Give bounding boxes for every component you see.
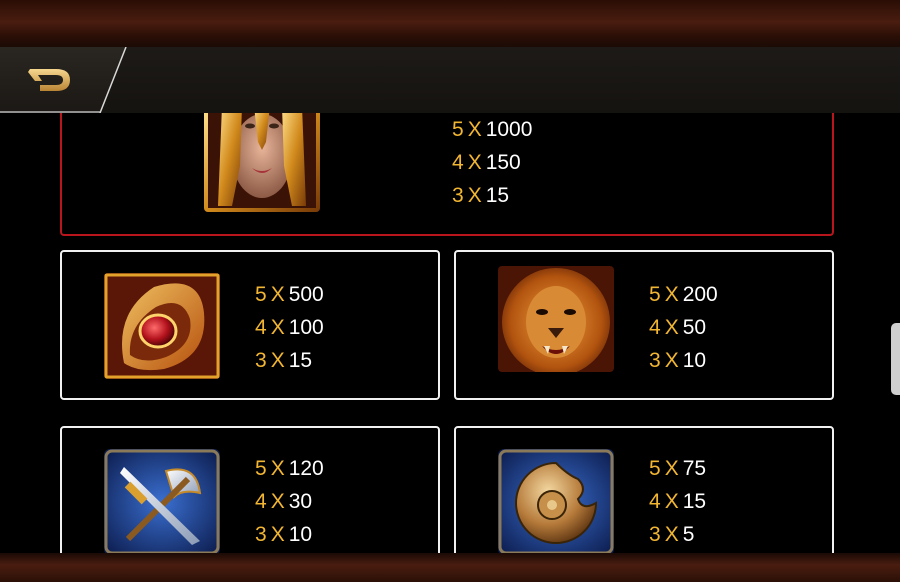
paytable-card-amulet: 5 X 500 4 X 100 3 X 15	[60, 250, 440, 400]
paytable-card-lion: 5 X 200 4 X 50 3 X 10	[454, 250, 834, 400]
lion-icon	[498, 266, 614, 372]
payout-row: 4 X 30	[255, 490, 313, 513]
payout-list: 5 X 200 4 X 50 3 X 10	[649, 278, 718, 377]
header-bar	[0, 47, 900, 113]
warrior-woman-icon	[204, 106, 320, 212]
shield-icon	[498, 449, 614, 555]
payout-row: 3 X 15	[255, 349, 313, 372]
payout-row: 5 X 1000	[452, 118, 533, 141]
top-frame	[0, 0, 900, 48]
payout-row: 3X5	[649, 523, 695, 546]
payout-row: 4 X 100	[255, 316, 324, 339]
payout-row: 3 X 10	[255, 523, 313, 546]
payout-row: 3 X 15	[452, 184, 510, 207]
payout-list: 5 X 120 4 X 30 3 X 10	[255, 452, 324, 551]
payout-list: 5 X 1000 4 X 150 3 X 15	[452, 113, 532, 212]
payout-list: 5 X 500 4 X 100 3 X 15	[255, 278, 324, 377]
payout-row: 4 X 15	[649, 490, 707, 513]
scrollbar-thumb[interactable]	[891, 323, 900, 395]
payout-list: 5 X 75 4 X 15 3X5	[649, 452, 706, 551]
payout-row: 4 X 50	[649, 316, 707, 339]
back-arrow-icon	[28, 69, 70, 91]
payout-row: 4 X 150	[452, 151, 521, 174]
bottom-frame	[0, 553, 900, 582]
payout-row: 3 X 10	[649, 349, 707, 372]
payout-row: 5 X 120	[255, 457, 324, 480]
sword-axe-icon	[104, 449, 220, 555]
ruby-amulet-icon	[104, 273, 220, 379]
payout-row: 5 X 500	[255, 283, 324, 306]
payout-row: 5 X 75	[649, 457, 707, 480]
payout-row: 5 X 200	[649, 283, 718, 306]
